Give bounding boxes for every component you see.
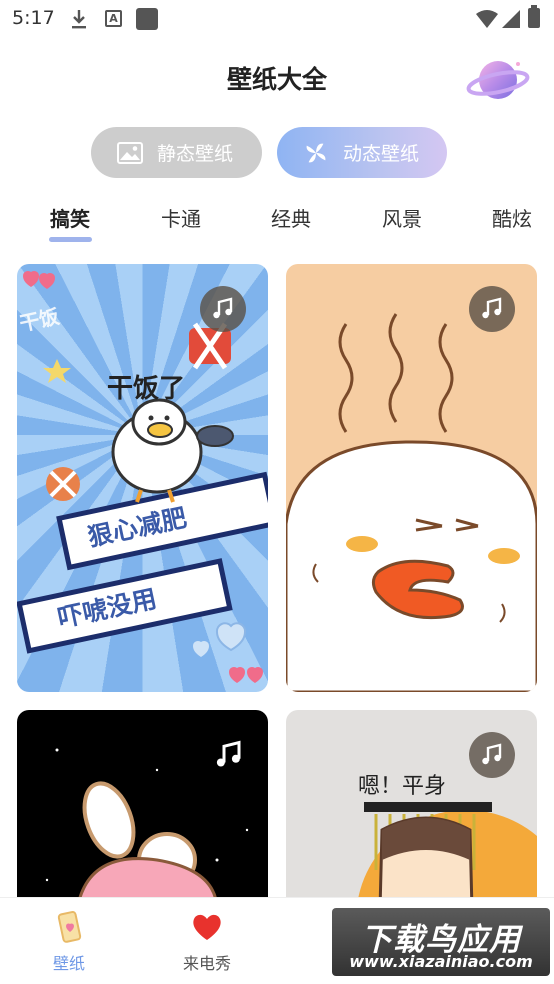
nav-label-wallpaper: 壁纸	[52, 954, 85, 973]
watermark-logo: 下载鸟应用 www.xiazainiao.com	[332, 908, 550, 976]
watermark-url: www.xiazainiao.com	[349, 952, 533, 971]
a-icon: A	[105, 10, 122, 27]
square-icon	[136, 8, 158, 30]
dynamic-wallpaper-label: 动态壁纸	[343, 143, 420, 165]
wallpaper-card[interactable]	[286, 264, 537, 692]
wifi-icon	[476, 10, 498, 28]
tab-classic[interactable]: 经典	[271, 203, 311, 232]
wallpaper-card[interactable]: 嗯！平身	[286, 710, 537, 910]
category-tabs: 搞笑 卡通 经典 风景 酷炫	[0, 203, 554, 243]
battery-icon	[528, 5, 540, 28]
tab-cool[interactable]: 酷炫	[492, 203, 532, 232]
phone-wallpaper-icon	[57, 910, 82, 943]
planet-icon[interactable]	[466, 52, 530, 108]
signal-icon	[502, 10, 520, 28]
wallpaper-card[interactable]	[17, 710, 268, 910]
wallpaper-card[interactable]: 干饭 干饭了 狠心减肥 吓唬没用	[17, 264, 268, 692]
heart-icon	[193, 914, 221, 940]
pinwheel-icon	[306, 143, 326, 162]
music-note-icon	[482, 743, 502, 765]
nav-item-wallpaper[interactable]: 壁纸	[24, 910, 114, 974]
tab-funny[interactable]: 搞笑	[50, 203, 90, 232]
static-wallpaper-label: 静态壁纸	[157, 143, 234, 165]
music-badge	[469, 286, 515, 332]
music-note-icon	[213, 297, 233, 319]
nav-item-caller-show[interactable]: 来电秀	[162, 910, 252, 974]
music-note-icon	[482, 297, 502, 319]
static-wallpaper-button[interactable]: 静态壁纸	[91, 127, 262, 178]
music-note-icon	[216, 740, 241, 767]
status-bar: 5:17 A	[0, 0, 554, 38]
nav-label-caller-show: 来电秀	[182, 954, 231, 973]
card-caption-rise: 嗯！平身	[358, 774, 447, 799]
tab-cartoon[interactable]: 卡通	[161, 203, 201, 232]
card-caption-eat: 干饭了	[107, 374, 186, 404]
image-icon	[117, 141, 143, 164]
dynamic-wallpaper-button[interactable]: 动态壁纸	[277, 127, 447, 178]
status-time: 5:17	[12, 7, 55, 29]
tab-scenery[interactable]: 风景	[382, 203, 422, 232]
music-badge	[200, 286, 246, 332]
download-icon	[72, 10, 86, 29]
music-badge	[469, 732, 515, 778]
active-tab-indicator	[49, 237, 92, 242]
